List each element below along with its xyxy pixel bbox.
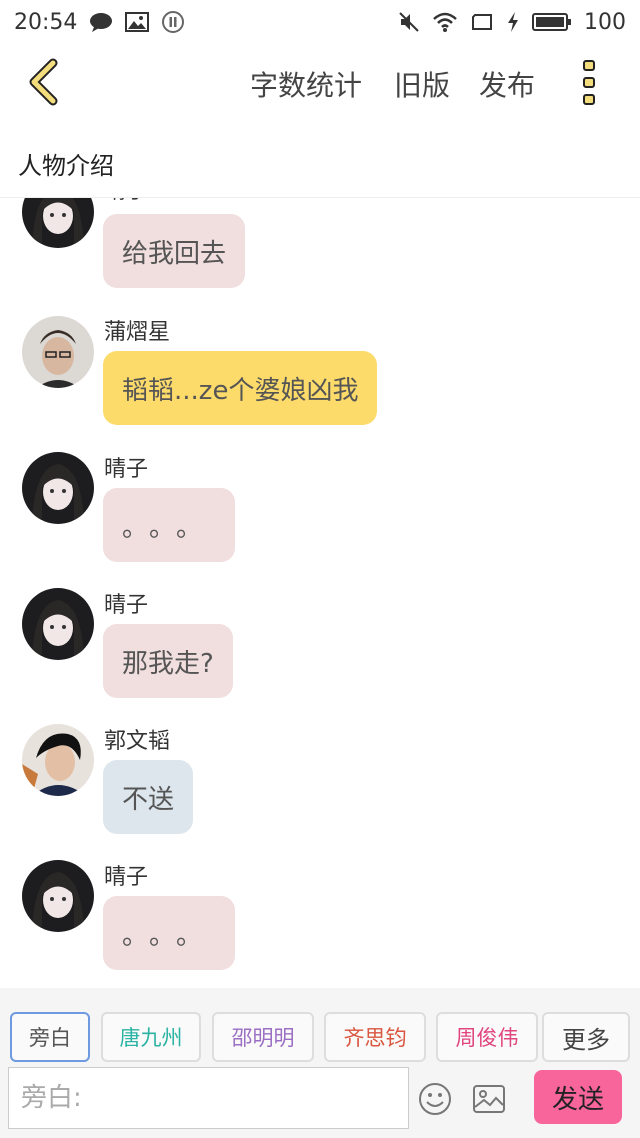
avatar[interactable] xyxy=(22,724,94,796)
word-count-button[interactable]: 字数统计 xyxy=(250,64,362,104)
section-title[interactable]: 人物介绍 xyxy=(18,146,114,181)
mute-icon xyxy=(398,11,420,33)
message-input-container xyxy=(8,1067,409,1129)
status-left: 20:54 xyxy=(14,10,185,35)
more-menu-button[interactable] xyxy=(572,54,606,110)
composer-panel: 旁白 唐九州 邵明明 齐思钧 周俊伟 更多 发送 xyxy=(0,988,640,1138)
chevron-left-icon xyxy=(29,58,58,106)
send-button[interactable]: 发送 xyxy=(534,1070,622,1124)
image-notification-icon xyxy=(125,12,150,32)
publish-button[interactable]: 发布 xyxy=(479,64,535,104)
message-bubble[interactable]: 韬韬...ze个婆娘凶我 xyxy=(103,351,378,425)
avatar[interactable] xyxy=(22,316,94,388)
chat-area[interactable]: 晴子 给我回去 蒲熠星 韬韬...ze个婆娘凶我 晴子 。。。 晴子 那我走? … xyxy=(0,198,640,988)
sender-name: 晴子 xyxy=(104,593,149,618)
message-bubble[interactable]: 。。。 xyxy=(103,488,236,562)
sender-name: 晴子 xyxy=(104,457,149,482)
pause-notification-icon xyxy=(161,10,185,34)
message-bubble[interactable]: 那我走? xyxy=(103,624,233,698)
charging-icon xyxy=(506,11,520,33)
message-bubble[interactable]: 。。。 xyxy=(103,896,236,970)
battery-level: 100 xyxy=(584,9,626,35)
role-qi-sijun-button[interactable]: 齐思钧 xyxy=(324,1012,426,1062)
sender-name: 蒲熠星 xyxy=(104,320,171,345)
message-input[interactable] xyxy=(19,1082,398,1114)
status-bar: 20:54 100 xyxy=(0,0,640,44)
sender-name: 晴子 xyxy=(104,865,149,890)
message-bubble[interactable]: 不送 xyxy=(103,760,194,834)
message-notification-icon xyxy=(89,12,113,32)
battery-icon xyxy=(532,12,572,32)
rotation-icon xyxy=(470,12,494,32)
wifi-icon xyxy=(432,11,458,33)
more-roles-button[interactable]: 更多 xyxy=(542,1012,630,1062)
back-button[interactable] xyxy=(18,54,68,110)
message-bubble[interactable]: 给我回去 xyxy=(103,214,246,288)
avatar[interactable] xyxy=(22,198,94,248)
avatar[interactable] xyxy=(22,860,94,932)
role-tang-jiuzhou-button[interactable]: 唐九州 xyxy=(101,1012,201,1062)
avatar[interactable] xyxy=(22,452,94,524)
status-time: 20:54 xyxy=(14,9,78,35)
top-toolbar: 字数统计 旧版 发布 xyxy=(0,44,640,120)
image-icon xyxy=(473,1085,505,1113)
role-shao-mingming-button[interactable]: 邵明明 xyxy=(212,1012,314,1062)
image-button[interactable] xyxy=(472,1082,506,1116)
sender-name: 郭文韬 xyxy=(104,729,171,754)
status-right: 100 xyxy=(398,10,626,35)
role-narrator-button[interactable]: 旁白 xyxy=(10,1012,90,1062)
role-zhou-junwei-button[interactable]: 周俊伟 xyxy=(436,1012,538,1062)
avatar[interactable] xyxy=(22,588,94,660)
old-version-button[interactable]: 旧版 xyxy=(394,64,450,104)
sender-name: 晴子 xyxy=(104,198,148,205)
emoji-icon xyxy=(419,1083,451,1115)
emoji-button[interactable] xyxy=(418,1082,452,1116)
more-vertical-icon xyxy=(583,59,595,71)
